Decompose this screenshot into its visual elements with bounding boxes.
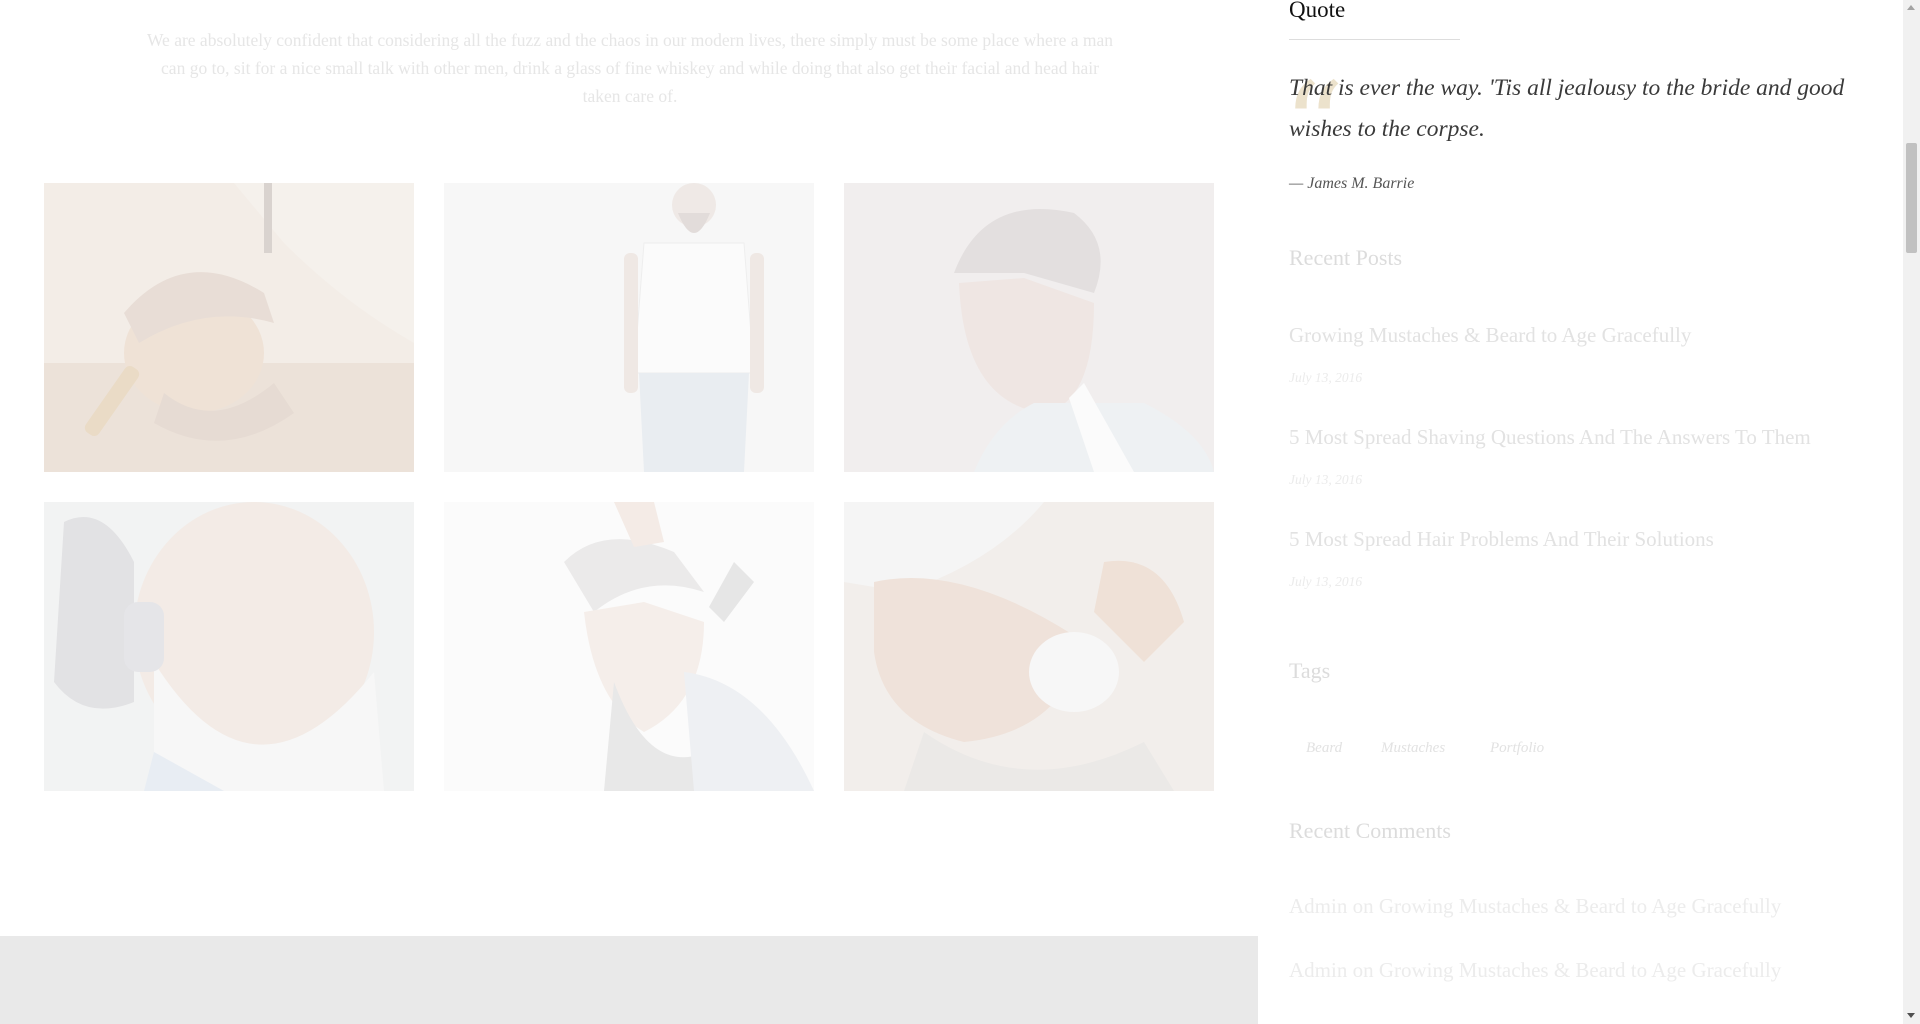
recent-post-link[interactable]: 5 Most Spread Shaving Questions And The … xyxy=(1289,425,1811,450)
tag-beard[interactable]: Beard xyxy=(1306,740,1342,757)
comment-on-label: on xyxy=(1352,894,1374,918)
comment-on-label: on xyxy=(1352,958,1374,982)
portfolio-gallery xyxy=(44,183,1214,791)
recent-post-link[interactable]: 5 Most Spread Hair Problems And Their So… xyxy=(1289,527,1714,552)
man-profile-portrait-photo-icon xyxy=(844,183,1214,472)
scroll-up-arrow-icon[interactable] xyxy=(1907,5,1915,10)
comment-post-link[interactable]: Growing Mustaches & Beard to Age Gracefu… xyxy=(1379,894,1781,918)
quote-widget-title: Quote xyxy=(1289,0,1346,22)
comment-post-link[interactable]: Growing Mustaches & Beard to Age Gracefu… xyxy=(1379,958,1781,982)
comment-author-link[interactable]: Admin xyxy=(1289,958,1347,982)
gallery-item-foam[interactable] xyxy=(844,502,1214,791)
bearded-man-haircut-photo-icon xyxy=(444,502,814,791)
recent-comment: Admin on Growing Mustaches & Beard to Ag… xyxy=(1289,894,1781,919)
gallery-item-elderly[interactable] xyxy=(44,502,414,791)
elderly-bearded-man-photo-icon xyxy=(44,502,414,791)
quote-divider xyxy=(1289,39,1460,40)
footer-band xyxy=(0,936,1258,1024)
tag-mustaches[interactable]: Mustaches xyxy=(1381,740,1445,757)
recent-post-link[interactable]: Growing Mustaches & Beard to Age Gracefu… xyxy=(1289,323,1691,348)
quote-author: — James M. Barrie xyxy=(1289,175,1415,192)
recent-comment: Admin on Growing Mustaches & Beard to Ag… xyxy=(1289,958,1781,983)
quote-text: That is ever the way. 'Tis all jealousy … xyxy=(1289,75,1845,142)
scroll-down-arrow-icon[interactable] xyxy=(1907,1013,1915,1018)
intro-paragraph: We are absolutely confident that conside… xyxy=(146,30,1114,106)
man-shaving-foam-photo-icon xyxy=(844,502,1214,791)
main-content: We are absolutely confident that conside… xyxy=(0,0,1258,1024)
gallery-item-shaving[interactable] xyxy=(44,183,414,472)
gallery-item-haircut[interactable] xyxy=(444,502,814,791)
recent-post-date: July 13, 2016 xyxy=(1289,574,1363,589)
recent-post-date: July 13, 2016 xyxy=(1289,370,1363,385)
gallery-item-profile[interactable] xyxy=(844,183,1214,472)
tag-portfolio[interactable]: Portfolio xyxy=(1490,740,1544,757)
bearded-man-tshirt-photo-icon xyxy=(444,183,814,472)
comment-author-link[interactable]: Admin xyxy=(1289,894,1347,918)
gallery-item-tshirt[interactable] xyxy=(444,183,814,472)
recent-comments-title: Recent Comments xyxy=(1289,818,1451,843)
sidebar: Quote “ That is ever the way. 'Tis all j… xyxy=(1283,0,1909,1024)
scroll-thumb[interactable] xyxy=(1906,143,1917,253)
recent-posts-title: Recent Posts xyxy=(1289,245,1403,270)
page-scrollbar[interactable] xyxy=(1903,0,1920,1024)
tags-title: Tags xyxy=(1289,658,1331,683)
recent-post-date: July 13, 2016 xyxy=(1289,472,1363,487)
man-shaving-photo-icon xyxy=(44,183,414,472)
